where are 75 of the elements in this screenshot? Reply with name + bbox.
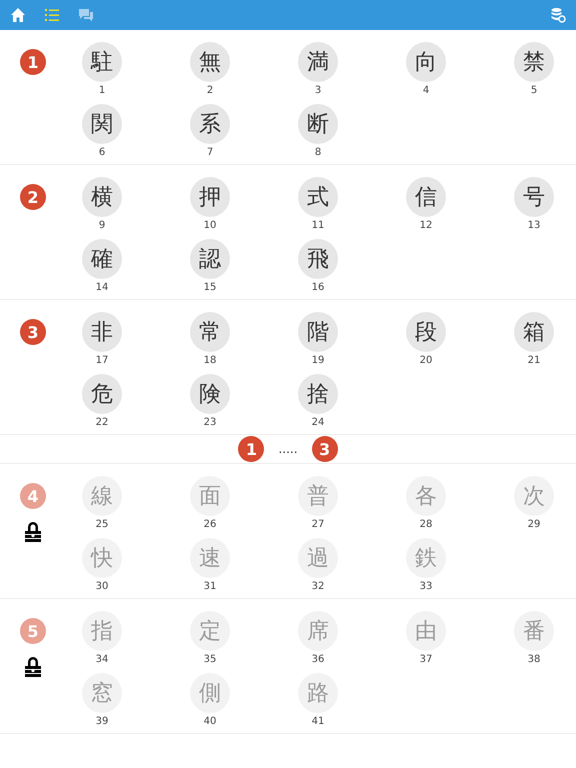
kanji-number: 32 [312, 581, 324, 593]
kanji-number: 24 [312, 417, 324, 429]
kanji-button[interactable]: 号 [514, 177, 554, 217]
kanji-number: 11 [312, 220, 324, 232]
kanji-number: 21 [528, 355, 540, 367]
kanji-button[interactable]: 駐 [82, 42, 122, 82]
kanji-number: 9 [98, 220, 106, 232]
kanji-number: 8 [314, 147, 322, 159]
kanji-number: 38 [528, 654, 540, 666]
kanji-button[interactable]: 信 [406, 177, 446, 217]
kanji-button[interactable]: 段 [406, 312, 446, 352]
kanji-number: 37 [420, 654, 432, 666]
kanji-button[interactable]: 横 [82, 177, 122, 217]
kanji-number: 33 [420, 581, 432, 593]
kanji-number: 15 [204, 282, 216, 294]
kanji-button[interactable]: 険 [190, 374, 230, 414]
kanji-number: 27 [312, 519, 324, 531]
kanji-number: 31 [204, 581, 216, 593]
kanji-number: 29 [528, 519, 540, 531]
lesson-badge: 3 [20, 319, 46, 345]
kanji-button[interactable]: 捨 [298, 374, 338, 414]
kanji-button[interactable]: 飛 [298, 239, 338, 279]
kanji-button[interactable]: 式 [298, 177, 338, 217]
kanji-button[interactable]: 階 [298, 312, 338, 352]
lesson-badge: 4 [20, 483, 46, 509]
kanji-number: 4 [422, 85, 430, 97]
lesson-badge: 5 [20, 618, 46, 644]
kanji-number: 34 [96, 654, 108, 666]
kanji-number: 10 [204, 220, 216, 232]
kanji-button[interactable]: 押 [190, 177, 230, 217]
range-dots: ..... [278, 442, 298, 456]
kanji-button[interactable]: 断 [298, 104, 338, 144]
kanji-button[interactable]: 向 [406, 42, 446, 82]
lesson-badge: 1 [20, 49, 46, 75]
kanji-number: 19 [312, 355, 324, 367]
kanji-number: 26 [204, 519, 216, 531]
kanji-number: 12 [420, 220, 432, 232]
kanji-number: 25 [96, 519, 108, 531]
lesson-badge: 3 [312, 436, 338, 462]
kanji-number: 35 [204, 654, 216, 666]
kanji-number: 7 [206, 147, 214, 159]
lock-icon [24, 656, 42, 678]
kanji-number: 17 [96, 355, 108, 367]
kanji-number: 3 [314, 85, 322, 97]
lesson-badge: 1 [238, 436, 264, 462]
kanji-button[interactable]: 認 [190, 239, 230, 279]
kanji-number: 18 [204, 355, 216, 367]
kanji-number: 1 [98, 85, 106, 97]
kanji-button[interactable]: 無 [190, 42, 230, 82]
kanji-button[interactable]: 常 [190, 312, 230, 352]
kanji-number: 6 [98, 147, 106, 159]
kanji-number: 5 [530, 85, 538, 97]
kanji-number: 14 [96, 282, 108, 294]
kanji-button[interactable]: 確 [82, 239, 122, 279]
kanji-number: 20 [420, 355, 432, 367]
kanji-number: 2 [206, 85, 214, 97]
lock-icon [24, 521, 42, 543]
kanji-button[interactable]: 危 [82, 374, 122, 414]
kanji-button[interactable]: 箱 [514, 312, 554, 352]
kanji-button[interactable]: 満 [298, 42, 338, 82]
kanji-number: 13 [528, 220, 540, 232]
kanji-number: 28 [420, 519, 432, 531]
kanji-number: 16 [312, 282, 324, 294]
kanji-number: 41 [312, 716, 324, 728]
kanji-button[interactable]: 系 [190, 104, 230, 144]
kanji-button[interactable]: 禁 [514, 42, 554, 82]
kanji-button[interactable]: 関 [82, 104, 122, 144]
kanji-button[interactable]: 非 [82, 312, 122, 352]
kanji-number: 39 [96, 716, 108, 728]
kanji-number: 22 [96, 417, 108, 429]
kanji-number: 23 [204, 417, 216, 429]
kanji-number: 40 [204, 716, 216, 728]
lesson-badge: 2 [20, 184, 46, 210]
kanji-number: 30 [96, 581, 108, 593]
kanji-number: 36 [312, 654, 324, 666]
